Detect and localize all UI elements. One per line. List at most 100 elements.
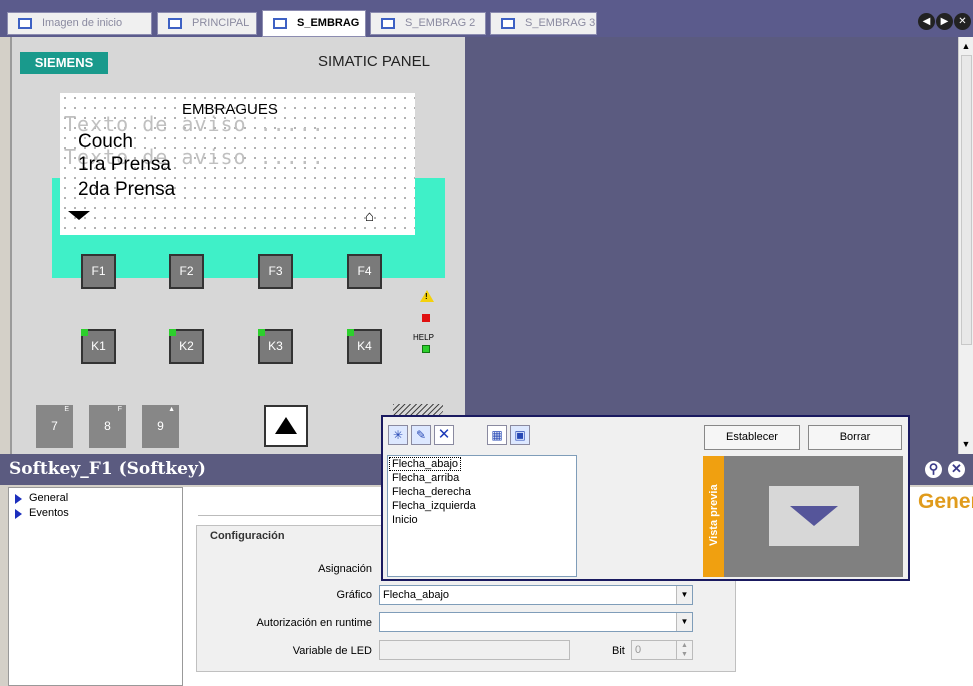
key-led	[169, 329, 176, 336]
tab-screen-icon	[18, 18, 32, 29]
tree-item-eventos[interactable]: Eventos	[15, 507, 69, 519]
add-graphic-icon[interactable]: ✳	[388, 425, 408, 445]
list-item[interactable]: Flecha_abajo	[388, 457, 462, 471]
up-arrow-key[interactable]	[264, 405, 308, 447]
list-item[interactable]: Inicio	[390, 514, 420, 526]
tab-principal[interactable]: PRINCIPAL	[157, 12, 257, 35]
group-label: Configuración	[210, 530, 285, 542]
scroll-thumb[interactable]	[961, 55, 972, 345]
tree-arrow-icon	[15, 494, 22, 504]
key-label: K4	[357, 339, 372, 353]
spinner-arrows-icon[interactable]: ▲ ▼	[676, 641, 692, 659]
help-led	[422, 345, 430, 353]
autorizacion-select[interactable]: ▼	[379, 612, 693, 632]
shift-arrow-icon: ▲	[168, 406, 175, 413]
softkey-f3[interactable]: F3	[258, 254, 293, 289]
alarm-led	[422, 314, 430, 322]
tab-label: S_EMBRAG	[297, 17, 360, 29]
key-label: 7	[51, 419, 58, 433]
delete-icon[interactable]: ✕	[434, 425, 454, 445]
key-led	[347, 329, 354, 336]
tab-label: Imagen de inicio	[42, 17, 123, 29]
grafico-value: Flecha_abajo	[383, 589, 450, 601]
preview-label: Vista previa	[708, 484, 720, 546]
graphic-preview: Vista previa	[703, 456, 903, 577]
nav-prev-icon[interactable]: ◀	[918, 13, 935, 30]
tab-label: PRINCIPAL	[192, 17, 250, 29]
key-superscript: F	[117, 406, 122, 413]
key-label: K2	[179, 339, 194, 353]
grafico-label: Gráfico	[336, 589, 372, 601]
key-label: K1	[91, 339, 106, 353]
edit-graphic-icon[interactable]: ✎	[411, 425, 431, 445]
grafico-select[interactable]: Flecha_abajo ▼	[379, 585, 693, 605]
vertical-scrollbar[interactable]: ▲ ▼	[958, 37, 973, 454]
tab-label: S_EMBRAG 3	[525, 17, 596, 29]
tab-s-embrag-3[interactable]: S_EMBRAG 3	[490, 12, 597, 35]
scroll-down-icon[interactable]: ▼	[959, 437, 973, 451]
graphic-list[interactable]: Flecha_abajo Flecha_arriba Flecha_derech…	[387, 455, 577, 577]
chevron-down-icon[interactable]: ▼	[676, 586, 692, 604]
siemens-logo: SIEMENS	[20, 52, 108, 74]
list-item[interactable]: Flecha_arriba	[390, 472, 461, 484]
bit-value: 0	[635, 644, 642, 656]
softkey-f4[interactable]: F4	[347, 254, 382, 289]
num-key-9[interactable]: ▲ 9	[142, 405, 179, 448]
led-variable-input[interactable]	[379, 640, 570, 660]
led-variable-label: Variable de LED	[292, 645, 372, 657]
key-label: 9	[157, 419, 164, 433]
editor-tab-bar: Imagen de inicio PRINCIPAL S_EMBRAG S_EM…	[0, 0, 973, 37]
graphic-selector-popup: ✳ ✎ ✕ ▦ ▣ Establecer Borrar Flecha_abajo…	[381, 415, 910, 581]
bit-spinner[interactable]: 0 ▲ ▼	[631, 640, 693, 660]
softkey-f2[interactable]: F2	[169, 254, 204, 289]
tab-imagen-de-inicio[interactable]: Imagen de inicio	[7, 12, 152, 35]
list-item[interactable]: Flecha_izquierda	[390, 500, 478, 512]
borrar-button[interactable]: Borrar	[808, 425, 902, 450]
tab-screen-icon	[273, 18, 287, 29]
softkey-f1[interactable]: F1	[81, 254, 116, 289]
close-icon[interactable]: ✕	[954, 13, 971, 30]
key-label: 8	[104, 419, 111, 433]
nav-next-icon[interactable]: ▶	[936, 13, 953, 30]
view-list-icon[interactable]: ▦	[487, 425, 507, 445]
function-key-k2[interactable]: K2	[169, 329, 204, 364]
function-key-k3[interactable]: K3	[258, 329, 293, 364]
tree-item-label: Eventos	[29, 507, 69, 519]
num-key-8[interactable]: F8	[89, 405, 126, 448]
help-label: HELP	[413, 333, 434, 342]
autorizacion-label: Autorización en runtime	[256, 617, 372, 629]
chevron-down-icon[interactable]: ▼	[676, 613, 692, 631]
tab-screen-icon	[501, 18, 515, 29]
down-arrow-icon	[68, 211, 90, 220]
view-grid-icon[interactable]: ▣	[510, 425, 530, 445]
menu-item-1ra-prensa[interactable]: 1ra Prensa	[78, 154, 171, 176]
num-key-7[interactable]: E7	[36, 405, 73, 448]
list-item[interactable]: Flecha_derecha	[390, 486, 473, 498]
preview-strip: Vista previa	[703, 456, 724, 577]
tree-arrow-icon	[15, 509, 22, 519]
warning-mark: !	[425, 292, 428, 301]
function-key-k1[interactable]: K1	[81, 329, 116, 364]
preview-image	[769, 486, 859, 546]
key-led	[81, 329, 88, 336]
menu-item-2da-prensa[interactable]: 2da Prensa	[78, 179, 175, 201]
pin-icon[interactable]: ⚲	[923, 459, 944, 480]
key-superscript: E	[64, 406, 69, 413]
key-led	[258, 329, 265, 336]
tab-s-embrag[interactable]: S_EMBRAG	[262, 10, 366, 37]
bit-label: Bit	[612, 645, 625, 657]
home-icon: ⌂	[365, 208, 375, 225]
scroll-up-icon[interactable]: ▲	[959, 39, 973, 53]
function-key-k4[interactable]: K4	[347, 329, 382, 364]
close-icon[interactable]: ✕	[946, 459, 967, 480]
tab-screen-icon	[381, 18, 395, 29]
tab-screen-icon	[168, 18, 182, 29]
tab-label: S_EMBRAG 2	[405, 17, 476, 29]
menu-item-couch[interactable]: Couch	[78, 131, 133, 153]
tree-item-general[interactable]: General	[15, 492, 69, 504]
tree-item-label: General	[29, 492, 69, 504]
tab-s-embrag-2[interactable]: S_EMBRAG 2	[370, 12, 486, 35]
editor-canvas-background	[465, 37, 958, 454]
down-arrow-icon	[790, 506, 838, 526]
panel-model-label: SIMATIC PANEL	[318, 53, 430, 70]
